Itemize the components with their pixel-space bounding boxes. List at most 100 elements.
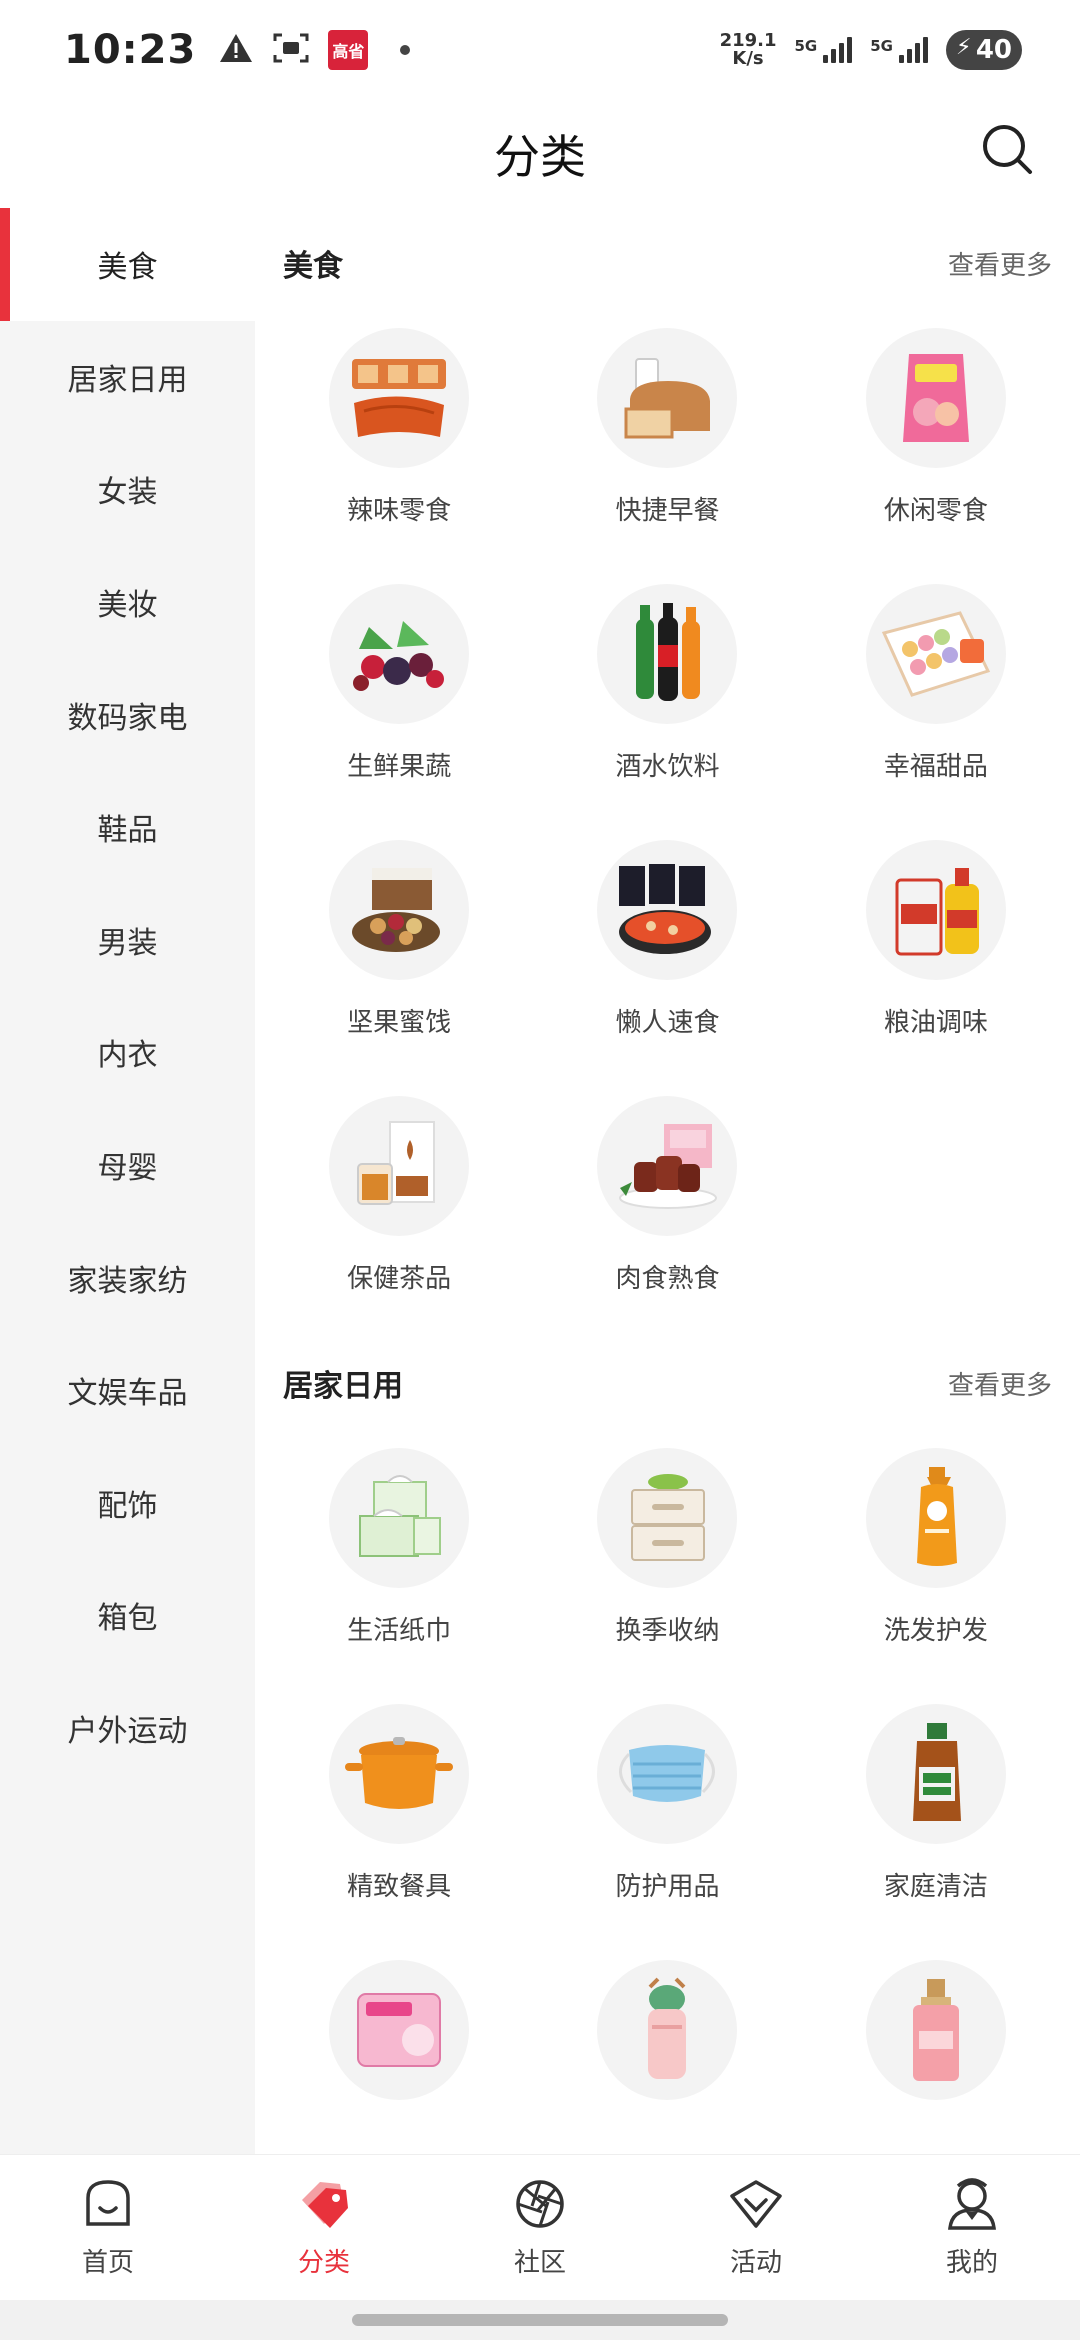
nav-label: 分类 (297, 2248, 350, 2278)
status-bar: 10:23 高省 219.1 K/s 5G 5G ⚡ 40 (0, 0, 1080, 100)
subcategory-label: 懒人速食 (615, 1008, 720, 1038)
shampoo-icon (865, 1448, 1006, 1588)
subcategory-label: 精致餐具 (347, 1872, 452, 1902)
subcategory-item[interactable]: 生鲜果蔬 (265, 574, 533, 814)
perfume-icon (865, 1960, 1006, 2100)
storage-icon (597, 1448, 738, 1588)
subcategory-item[interactable]: 精致餐具 (265, 1694, 533, 1934)
subcategory-label: 生活纸巾 (347, 1616, 452, 1646)
subcategory-item[interactable] (802, 1950, 1070, 2154)
subcategory-item[interactable]: 懒人速食 (533, 830, 801, 1070)
subcategory-item[interactable]: 辣味零食 (265, 318, 533, 558)
subcategory-label: 洗发护发 (883, 1616, 988, 1646)
home-icon (80, 2176, 136, 2236)
subcategory-item[interactable]: 休闲零食 (802, 318, 1070, 558)
rice-oil-icon (865, 840, 1006, 980)
sidebar-item-food[interactable]: 美食 (0, 208, 255, 321)
app-badge: 高省 (328, 30, 369, 70)
notification-dot-icon (400, 45, 411, 55)
sidebar-item-baby[interactable]: 母婴 (0, 1109, 255, 1222)
net-speed-unit: K/s (732, 48, 764, 69)
community-icon (512, 2176, 568, 2236)
home-indicator[interactable] (352, 2314, 728, 2326)
subcategory-item[interactable]: 保健茶品 (265, 1086, 533, 1326)
subcategory-item[interactable]: 幸福甜品 (802, 574, 1070, 814)
screenshot-icon (272, 31, 310, 69)
subcategory-grid-home-daily: 生活纸巾 换季收纳 洗发护发 精致餐具 防护用品 家庭清洁 (255, 1438, 1080, 2154)
warning-icon (218, 32, 254, 68)
section-header-food: 美食 查看更多 (255, 208, 1080, 318)
search-button[interactable] (972, 116, 1042, 186)
subcategory-item[interactable]: 换季收纳 (533, 1438, 801, 1678)
nav-category[interactable]: 分类 (216, 2155, 432, 2300)
sanitary-pad-icon (329, 1960, 470, 2100)
nav-home[interactable]: 首页 (0, 2155, 216, 2300)
sidebar-item-men-clothing[interactable]: 男装 (0, 884, 255, 997)
subcategory-item[interactable]: 生活纸巾 (265, 1438, 533, 1678)
sidebar-item-home-daily[interactable]: 居家日用 (0, 321, 255, 434)
subcategory-label: 换季收纳 (615, 1616, 720, 1646)
mask-icon (597, 1704, 738, 1844)
sidebar-item-entertainment-car[interactable]: 文娱车品 (0, 1334, 255, 1447)
sidebar-item-home-textile[interactable]: 家装家纺 (0, 1221, 255, 1334)
profile-icon (944, 2176, 1000, 2236)
subcategory-item[interactable]: 家庭清洁 (802, 1694, 1070, 1934)
subcategory-item[interactable]: 洗发护发 (802, 1438, 1070, 1678)
bread-icon (597, 328, 738, 468)
subcategory-label: 保健茶品 (347, 1264, 452, 1294)
nav-label: 我的 (945, 2248, 998, 2278)
subcategory-label: 休闲零食 (883, 496, 988, 526)
subcategory-label: 粮油调味 (883, 1008, 988, 1038)
category-content: 美食 查看更多 辣味零食 快捷早餐 休闲零食 生鲜果蔬 酒水饮料 幸福甜品 坚果… (255, 208, 1080, 2154)
subcategory-label: 生鲜果蔬 (347, 752, 452, 782)
nav-label: 活动 (729, 2248, 782, 2278)
search-icon (980, 122, 1034, 180)
subcategory-item[interactable]: 肉食熟食 (533, 1086, 801, 1326)
screen: 10:23 高省 219.1 K/s 5G 5G ⚡ 40 分类 美食 居家日用… (0, 0, 1080, 2340)
subcategory-grid-food: 辣味零食 快捷早餐 休闲零食 生鲜果蔬 酒水饮料 幸福甜品 坚果蜜饯 懒人速食 … (255, 318, 1080, 1326)
sidebar-item-women-clothing[interactable]: 女装 (0, 433, 255, 546)
sidebar-item-bags[interactable]: 箱包 (0, 1559, 255, 1672)
subcategory-item[interactable]: 粮油调味 (802, 830, 1070, 1070)
bottom-nav: 首页 分类 社区 活动 我的 (0, 2154, 1080, 2300)
sidebar-item-makeup[interactable]: 美妆 (0, 546, 255, 659)
subcategory-item[interactable]: 快捷早餐 (533, 318, 801, 558)
subcategory-item[interactable]: 坚果蜜饯 (265, 830, 533, 1070)
page-title: 分类 (494, 130, 586, 184)
signal-sim2-icon: 5G (870, 37, 928, 63)
subcategory-label: 辣味零食 (347, 496, 452, 526)
subcategory-item[interactable] (533, 1950, 801, 2154)
subcategory-item[interactable]: 酒水饮料 (533, 574, 801, 814)
net-speed: 219.1 K/s (720, 32, 777, 68)
sidebar-item-accessories[interactable]: 配饰 (0, 1447, 255, 1560)
spicy-snack-icon (329, 328, 470, 468)
subcategory-label: 肉食熟食 (615, 1264, 720, 1294)
sim2-label: 5G (870, 37, 893, 55)
sidebar-item-shoes[interactable]: 鞋品 (0, 771, 255, 884)
nav-label: 首页 (81, 2248, 134, 2278)
nav-community[interactable]: 社区 (432, 2155, 648, 2300)
battery-level: 40 (975, 35, 1012, 65)
sidebar-item-electronics[interactable]: 数码家电 (0, 658, 255, 771)
sidebar-item-underwear[interactable]: 内衣 (0, 996, 255, 1109)
status-right: 219.1 K/s 5G 5G 40 (720, 30, 1022, 70)
battery-indicator: 40 (946, 30, 1022, 70)
disinfectant-icon (865, 1704, 1006, 1844)
gesture-bar (0, 2300, 1080, 2340)
subcategory-item[interactable]: 防护用品 (533, 1694, 801, 1934)
nav-profile[interactable]: 我的 (864, 2155, 1080, 2300)
view-more-link[interactable]: 查看更多 (948, 1365, 1052, 1402)
activity-icon (728, 2176, 784, 2236)
tea-icon (329, 1096, 470, 1236)
sidebar-item-outdoor[interactable]: 户外运动 (0, 1672, 255, 1785)
subcategory-label: 坚果蜜饯 (347, 1008, 452, 1038)
water-bottle-icon (597, 1960, 738, 2100)
section-title: 美食 (283, 249, 343, 284)
subcategory-item[interactable] (265, 1950, 533, 2154)
nav-activity[interactable]: 活动 (648, 2155, 864, 2300)
nav-label: 社区 (513, 2248, 566, 2278)
header: 分类 (0, 100, 1080, 208)
subcategory-label: 幸福甜品 (883, 752, 988, 782)
view-more-link[interactable]: 查看更多 (948, 245, 1052, 282)
drinks-icon (597, 584, 738, 724)
